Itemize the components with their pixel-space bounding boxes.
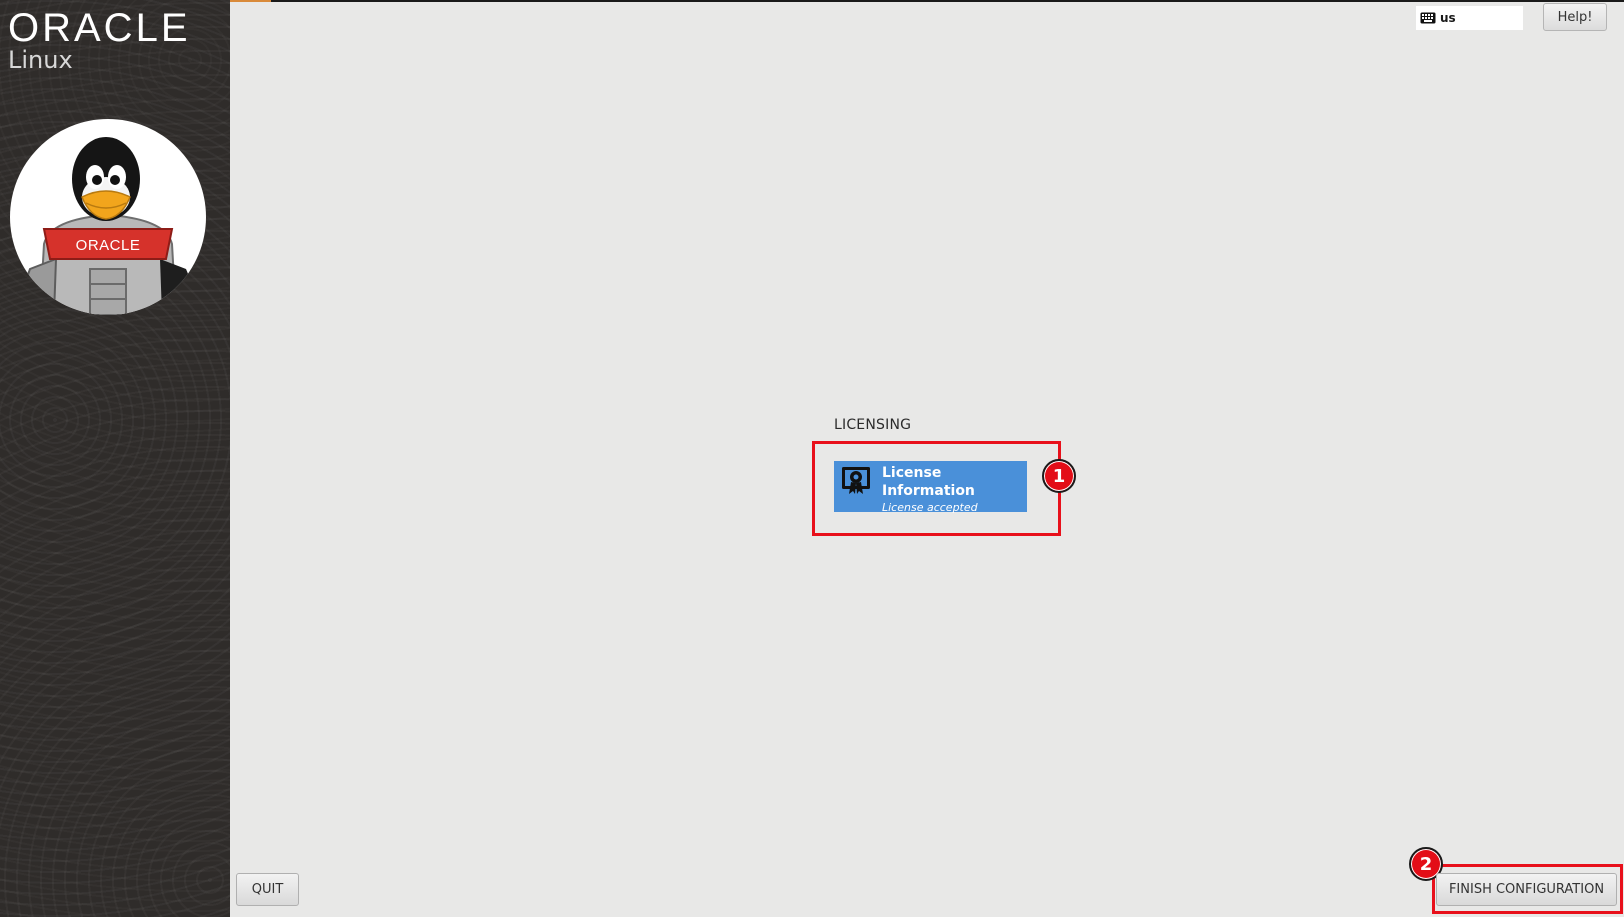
help-button[interactable]: Help! <box>1543 3 1607 31</box>
oracle-logo: ORACLE <box>8 6 191 50</box>
finish-configuration-button[interactable]: FINISH CONFIGURATION <box>1436 873 1617 906</box>
tux-mascot-image: ORACLE <box>10 119 206 315</box>
keyboard-icon <box>1420 12 1436 24</box>
keyboard-layout-indicator[interactable]: us <box>1416 6 1523 30</box>
quit-button[interactable]: QUIT <box>236 873 299 906</box>
product-name: Linux <box>8 46 73 74</box>
tux-mascot-icon: ORACLE <box>24 137 192 315</box>
annotation-badge-1: 1 <box>1042 459 1076 493</box>
annotation-box-1 <box>812 441 1061 536</box>
section-title-licensing: LICENSING <box>834 417 912 433</box>
keyboard-layout-label: us <box>1440 11 1456 25</box>
mascot-badge-text: ORACLE <box>76 237 141 254</box>
sidebar: ORACLE Linux ORACLE <box>0 0 230 917</box>
